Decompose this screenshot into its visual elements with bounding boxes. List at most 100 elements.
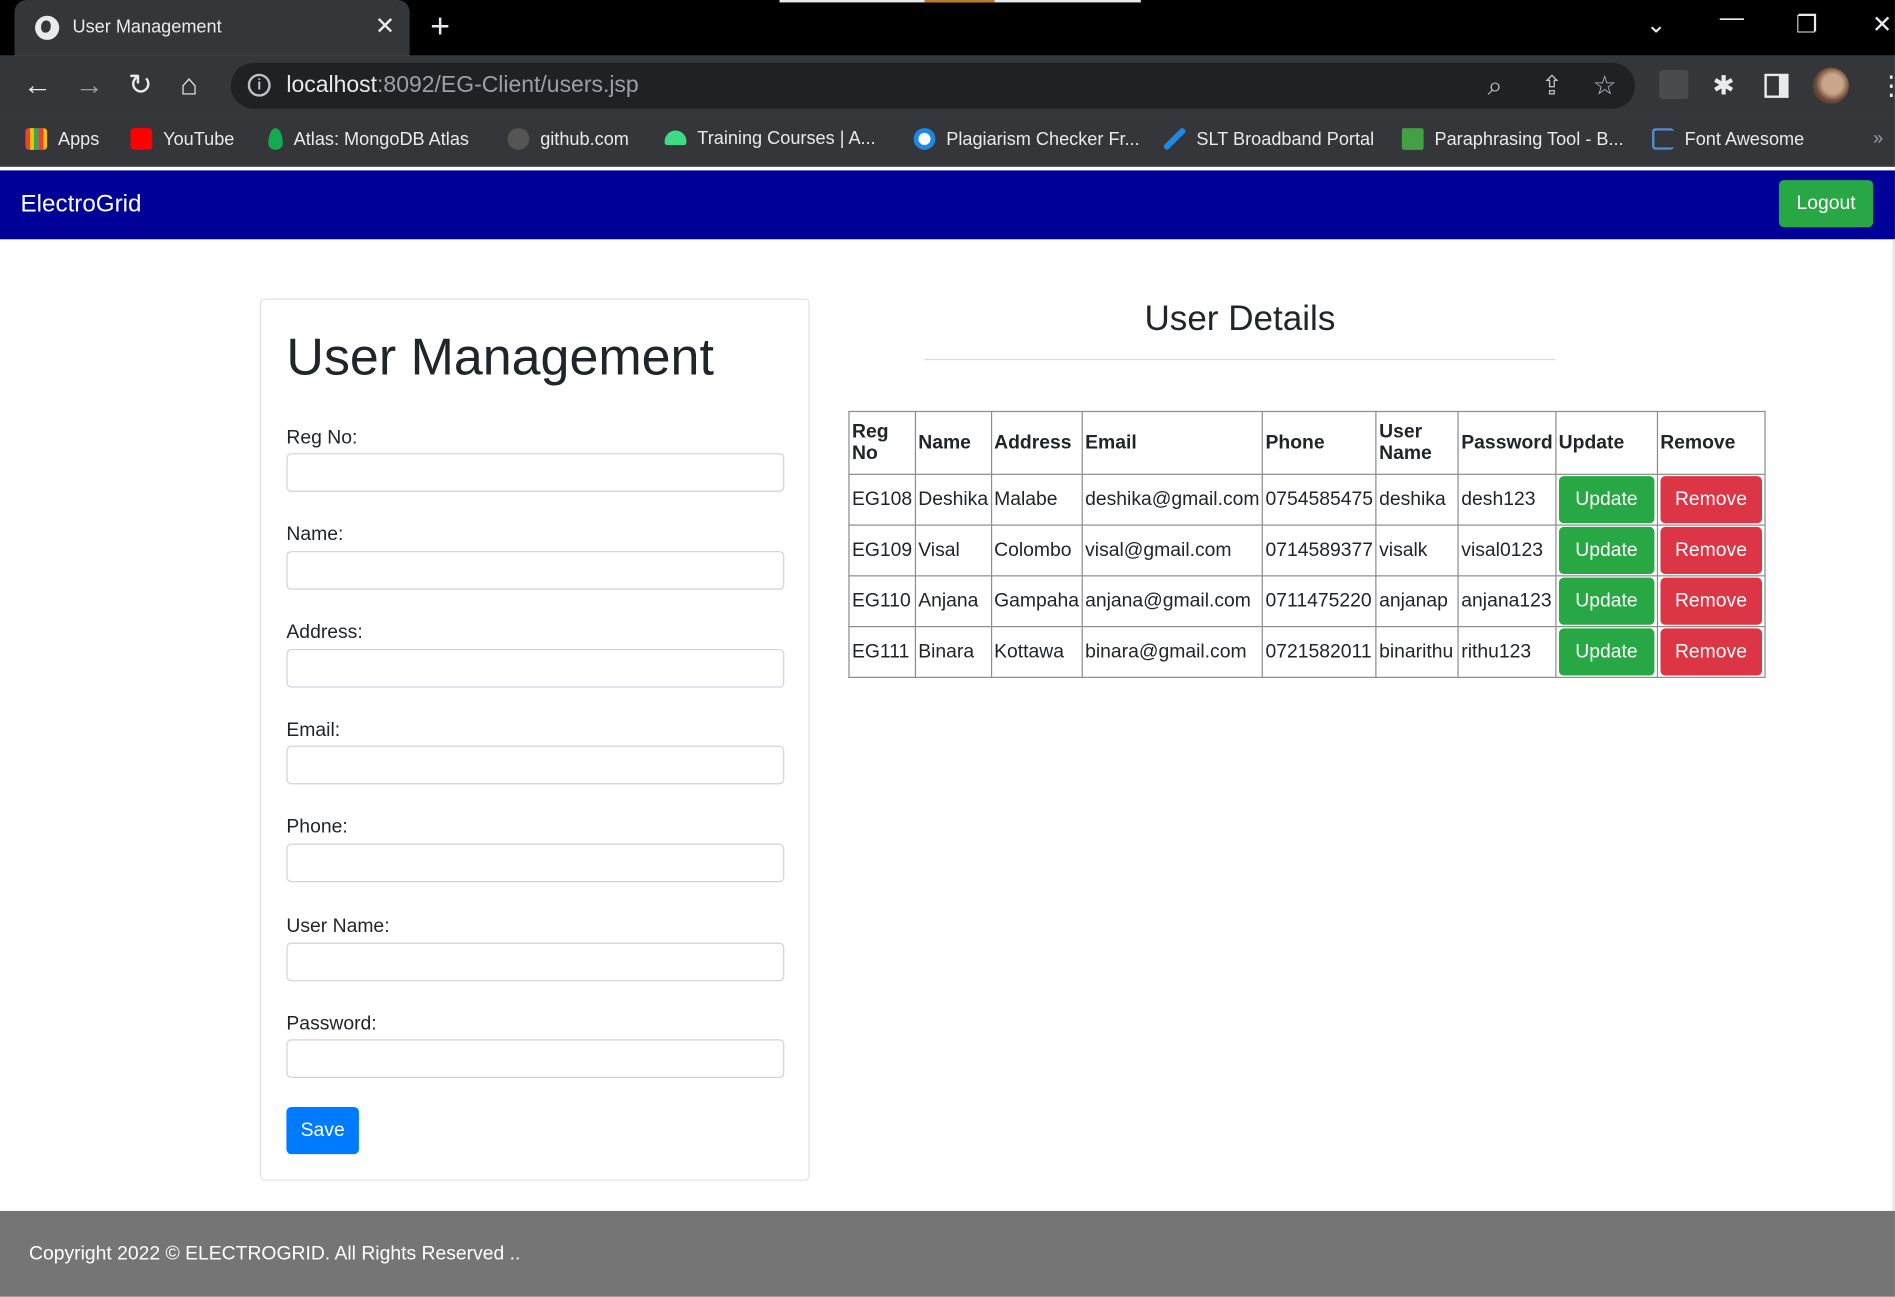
phone-input[interactable] [286,843,785,883]
address-input[interactable] [286,648,785,688]
back-icon[interactable]: ← [23,69,52,103]
cell-remove: Remove [1656,473,1766,526]
address-label: Address: [286,622,363,643]
username-label: User Name: [286,916,390,937]
update-button[interactable]: Update [1558,577,1655,625]
cell-username: binarithu [1375,626,1459,678]
cell-reg-no: EG109 [848,524,916,577]
cell-address: Colombo [990,524,1083,577]
update-button[interactable]: Update [1558,526,1655,575]
cell-address: Malabe [990,473,1083,526]
tab-title: User Management [72,16,222,38]
cell-phone: 0754585475 [1261,473,1377,526]
cell-email: anjana@gmail.com [1081,575,1264,628]
font-awesome-flag-icon [1652,128,1674,150]
remove-button[interactable]: Remove [1660,476,1762,524]
phone-label: Phone: [286,816,348,838]
cell-remove: Remove [1656,575,1766,628]
home-icon[interactable]: ⌂ [180,69,198,103]
cell-remove: Remove [1656,524,1766,577]
details-title: User Details [1144,299,1336,339]
col-remove: Remove [1656,410,1766,475]
cell-password: anjana123 [1457,575,1557,628]
github-icon [507,128,530,150]
bookmark-plagiarism-checker[interactable]: Plagiarism Checker Fr... [913,128,1140,150]
extensions-puzzle-icon[interactable]: ✱ [1712,70,1734,101]
users-table: Reg No Name Address Email Phone User Nam… [848,410,1766,678]
copyright-text: Copyright 2022 © ELECTROGRID. All Rights… [29,1243,521,1265]
username-input[interactable] [286,942,785,982]
update-button[interactable]: Update [1558,628,1655,676]
browser-tab-bar: User Management ✕ + ⌄ — ❐ ✕ [0,0,1895,56]
address-bar[interactable]: i localhost:8092/EG-Client/users.jsp ⌕ ⇪… [230,62,1636,109]
bookmark-training-courses[interactable]: Training Courses | A... [664,128,876,149]
youtube-icon [130,128,153,150]
cell-name: Visal [914,524,992,577]
tab-search-icon[interactable]: ⌄ [1646,10,1666,40]
remove-button[interactable]: Remove [1660,577,1762,625]
cell-email: deshika@gmail.com [1081,473,1264,526]
android-icon [664,130,687,146]
cell-address: Gampaha [990,575,1083,628]
new-tab-icon[interactable]: + [430,7,450,46]
bookmark-github[interactable]: github.com [507,128,629,150]
reload-icon[interactable]: ↻ [128,69,152,103]
password-input[interactable] [286,1039,785,1078]
cell-update: Update [1555,473,1658,526]
remove-button[interactable]: Remove [1660,526,1762,575]
bookmark-slt-broadband[interactable]: SLT Broadband Portal [1163,128,1374,150]
reg-no-input[interactable] [286,453,785,492]
table-header-row: Reg No Name Address Email Phone User Nam… [848,410,1766,475]
table-row: EG111 Binara Kottawa binara@gmail.com 07… [848,626,1766,678]
logout-button[interactable]: Logout [1778,180,1874,228]
col-password: Password [1457,410,1557,475]
site-info-icon[interactable]: i [247,73,271,97]
cell-address: Kottawa [990,626,1083,678]
cell-phone: 0714589377 [1261,524,1377,577]
cell-reg-no: EG110 [848,575,916,628]
name-input[interactable] [286,551,785,590]
bookmark-font-awesome[interactable]: Font Awesome [1652,128,1804,150]
zoom-icon[interactable]: ⌕ [1488,70,1503,101]
bookmark-apps[interactable]: Apps [25,128,99,150]
bookmarks-bar: Apps YouTube Atlas: MongoDB Atlas github… [0,116,1895,167]
cell-remove: Remove [1656,626,1766,678]
col-address: Address [990,410,1083,475]
paraphrasing-tool-icon [1401,128,1424,150]
col-phone: Phone [1261,410,1377,475]
update-button[interactable]: Update [1558,476,1655,524]
bookmark-paraphrasing-tool[interactable]: Paraphrasing Tool - B... [1401,128,1624,150]
bookmark-youtube[interactable]: YouTube [130,128,234,150]
bookmark-mongodb[interactable]: Atlas: MongoDB Atlas [268,128,469,150]
browser-tab-active[interactable]: User Management ✕ [14,0,410,56]
minimize-icon[interactable]: — [1720,5,1744,33]
table-row: EG109 Visal Colombo visal@gmail.com 0714… [848,524,1766,577]
site-navbar: ElectroGrid [0,170,1895,240]
close-tab-icon[interactable]: ✕ [375,11,395,41]
divider [924,358,1556,361]
brand-link[interactable]: ElectroGrid [21,191,142,219]
email-label: Email: [286,720,341,741]
apps-grid-icon [25,128,48,150]
bookmark-star-icon[interactable]: ☆ [1593,70,1617,101]
footer: Copyright 2022 © ELECTROGRID. All Rights… [0,1210,1895,1297]
share-icon[interactable]: ⇪ [1541,70,1563,101]
menu-kebab-icon[interactable]: ⋮ [1878,70,1895,101]
extension-se-icon[interactable] [1659,70,1689,100]
forward-icon[interactable]: → [75,69,104,103]
bookmarks-overflow-icon[interactable]: » [1873,128,1883,149]
restore-icon[interactable]: ❐ [1796,10,1818,40]
table-row: EG108 Deshika Malabe deshika@gmail.com 0… [848,473,1766,526]
form-title: User Management [286,328,714,387]
save-button[interactable]: Save [286,1106,359,1155]
side-panel-icon[interactable] [1764,73,1789,98]
cell-email: visal@gmail.com [1081,524,1264,577]
email-input[interactable] [286,745,785,785]
profile-avatar[interactable] [1812,67,1850,104]
remove-button[interactable]: Remove [1660,628,1762,676]
close-window-icon[interactable]: ✕ [1872,10,1892,40]
cell-email: binara@gmail.com [1081,626,1264,678]
slt-icon [1163,128,1186,150]
col-reg-no: Reg No [848,410,916,475]
password-label: Password: [286,1013,377,1035]
